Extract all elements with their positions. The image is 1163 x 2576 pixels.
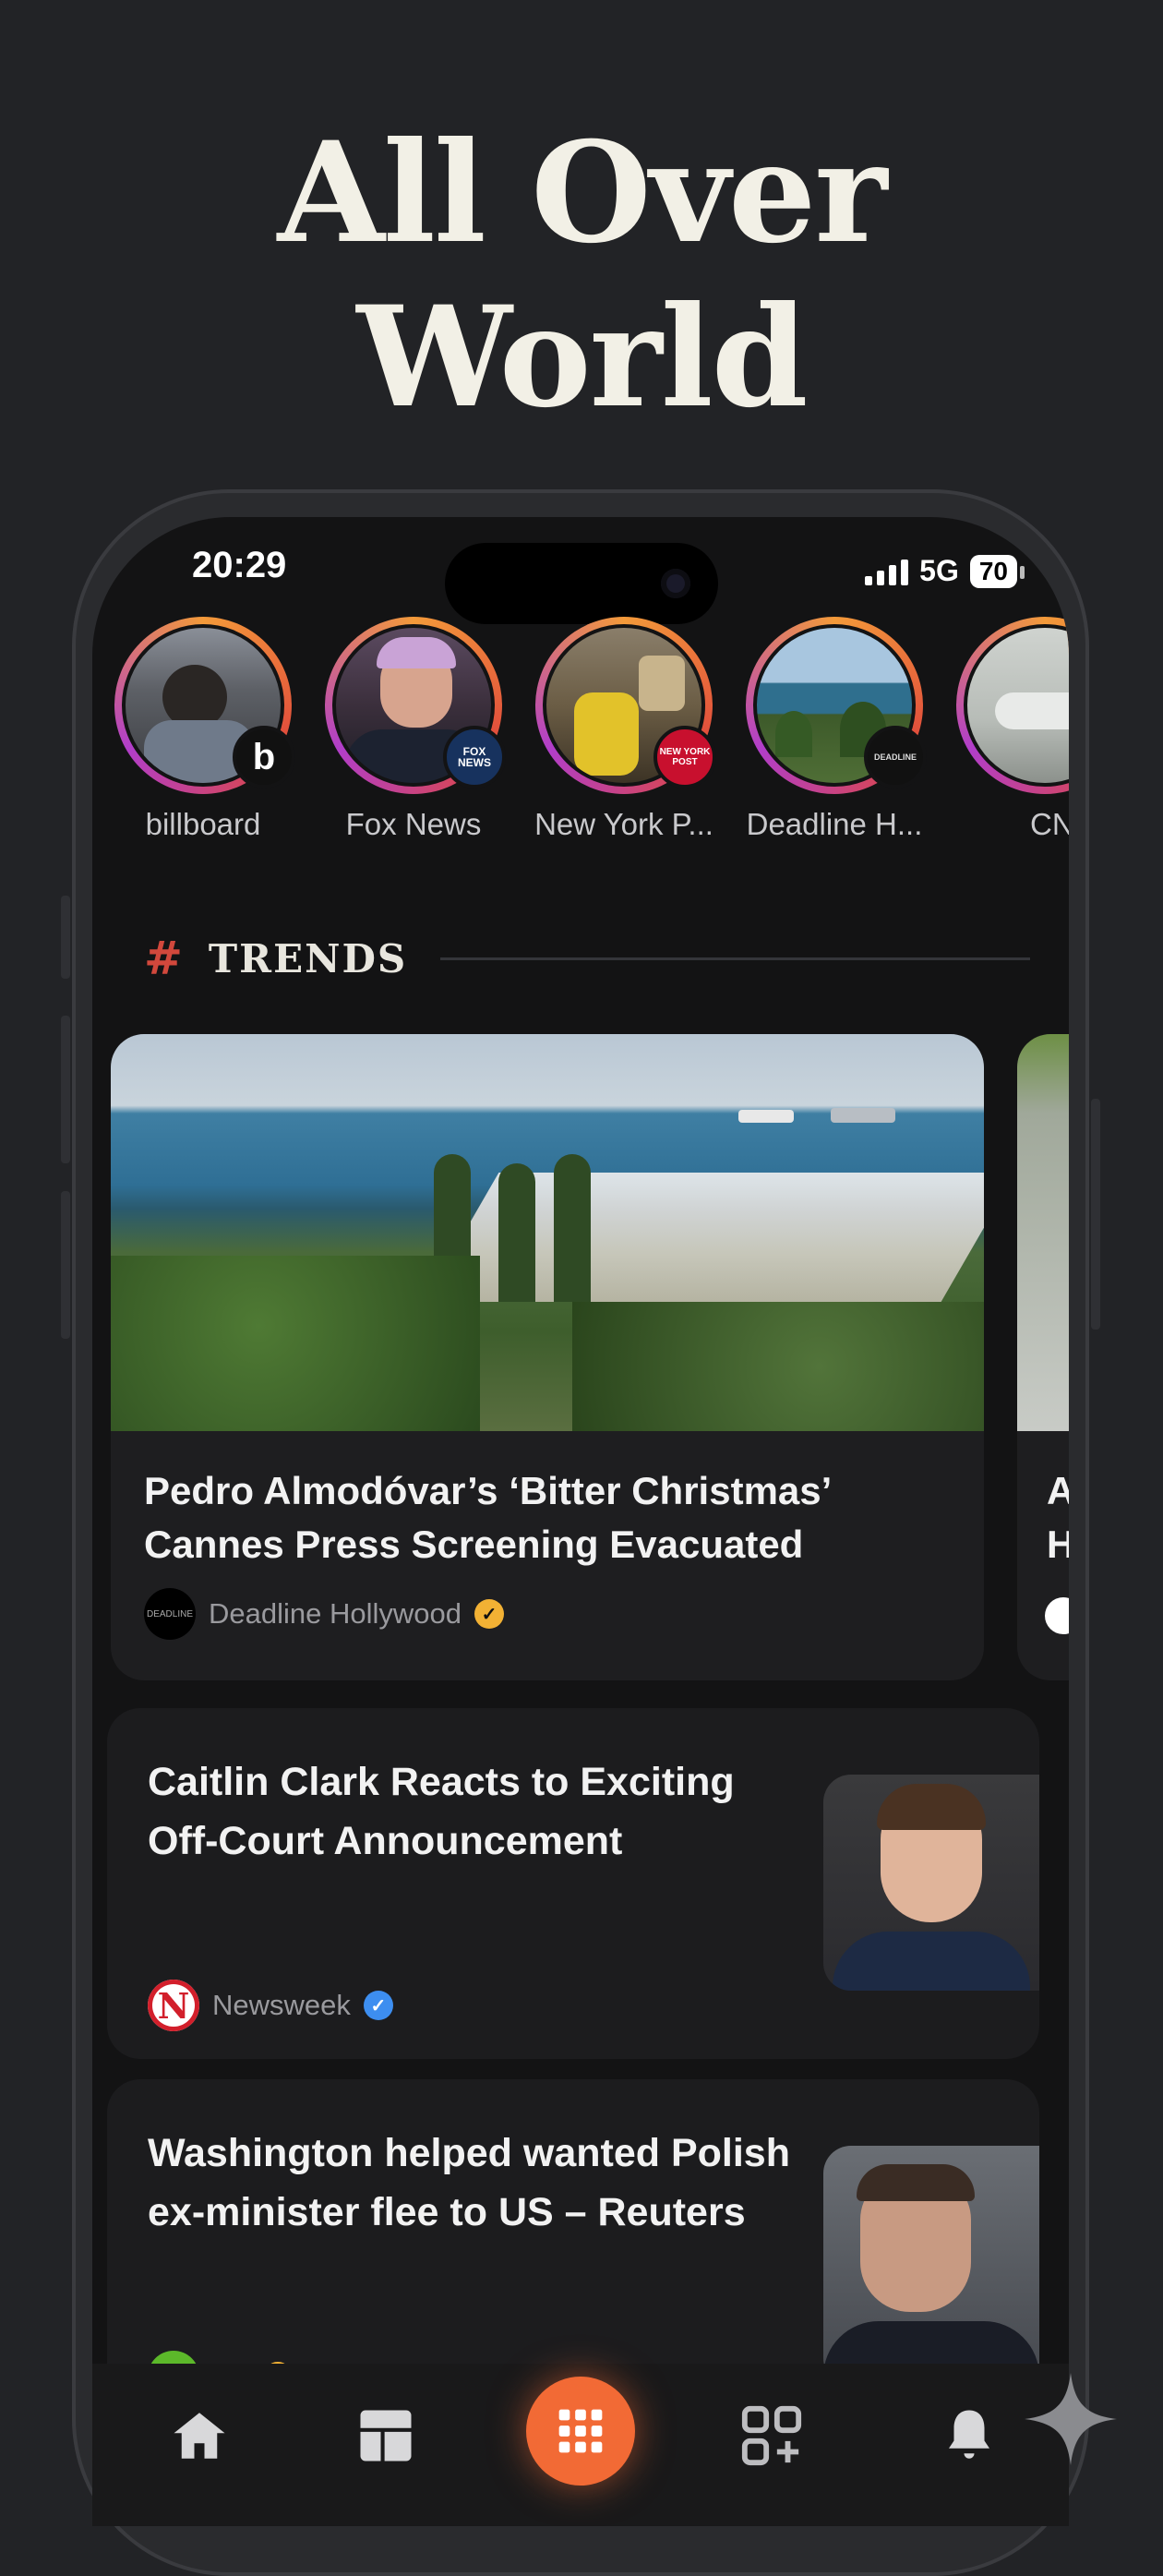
article-thumbnail [823,2146,1039,2386]
story-label: New York P... [534,807,713,841]
status-time: 20:29 [192,545,287,585]
story-label: Deadline H... [746,807,923,841]
article-card[interactable]: Caitlin Clark Reacts to Exciting Off-Cou… [107,1708,1039,2059]
tab-notifications[interactable] [932,2399,1006,2473]
network-label: 5G [919,554,959,587]
article-title: Washington helped wanted Polish ex-minis… [148,2131,790,2234]
verified-badge-icon: ✓ [474,1599,504,1629]
new-york-post-logo-icon: NEW YORK POST [653,726,716,788]
publisher-stories: b billboard FOX NEWS Fox News NEW YORK P… [111,617,1069,841]
story-deadline-hollywood[interactable]: DEADLINE Deadline H... [742,617,927,842]
featured-article-source: DEADLINE Deadline Hollywood ✓ [144,1588,504,1640]
trends-header: # TRENDS [144,931,1030,986]
featured-article-card[interactable]: Pedro Almodóvar’s ‘Bitter Christmas’ Can… [111,1034,984,1680]
dynamic-island [445,543,718,624]
status-indicators: 5G 70 [865,554,1025,588]
tab-layout[interactable] [349,2399,423,2473]
grid-icon [558,2409,603,2453]
story-fox-news[interactable]: FOX NEWS Fox News [321,617,506,842]
story-billboard[interactable]: b billboard [111,617,295,842]
source-name: Newsweek [212,1989,351,2021]
deadline-source-logo-icon: DEADLINE [144,1588,196,1640]
home-icon [174,2413,225,2459]
tab-home[interactable] [162,2399,236,2473]
bell-icon [949,2410,989,2459]
story-label: billboard [145,807,261,841]
newsweek-logo-icon: N [148,1980,199,2031]
story-label: Fox News [345,807,482,841]
tab-categories-button[interactable] [526,2377,635,2486]
fox-news-logo-icon: FOX NEWS [443,726,506,788]
billboard-logo-icon: b [233,726,295,788]
article-source: N Newsweek ✓ [148,1980,393,2031]
add-apps-icon [741,2405,802,2466]
divider [440,957,1030,960]
app-screen: 20:29 5G 70 b billboard FOX NEWS Fox New… [92,517,1069,2526]
tab-add-widgets[interactable] [735,2399,809,2473]
featured-article-image [111,1034,984,1431]
battery-icon: 70 [969,554,1025,588]
signal-icon [865,558,909,585]
deadline-logo-icon: DEADLINE [864,726,927,788]
layout-icon [360,2410,412,2462]
story-cnet[interactable]: CNE [953,617,1069,842]
verified-badge-icon: ✓ [363,1991,393,2020]
peek-title-letter: H [1047,1523,1069,1566]
source-name: Deadline Hollywood [209,1597,462,1630]
article-title: Caitlin Clark Reacts to Exciting Off-Cou… [148,1760,735,1863]
peek-title-letter: A [1047,1469,1069,1512]
bottom-tab-bar [92,2364,1069,2526]
sparkle-icon [1025,2373,1117,2465]
promo-headline: All Over World [0,111,1163,439]
story-label: CNE [1030,807,1069,841]
headline-line-1: All Over [277,112,888,274]
story-new-york-post[interactable]: NEW YORK POST New York P... [532,617,716,842]
headline-line-2: World [356,276,808,439]
next-featured-card-peek[interactable]: A H [1017,1034,1069,1680]
hash-icon: # [144,932,183,985]
trends-label: TRENDS [208,935,408,981]
story-image [964,624,1069,787]
featured-article-title: Pedro Almodóvar’s ‘Bitter Christmas’ Can… [144,1469,830,1566]
article-thumbnail [823,1775,1039,1991]
